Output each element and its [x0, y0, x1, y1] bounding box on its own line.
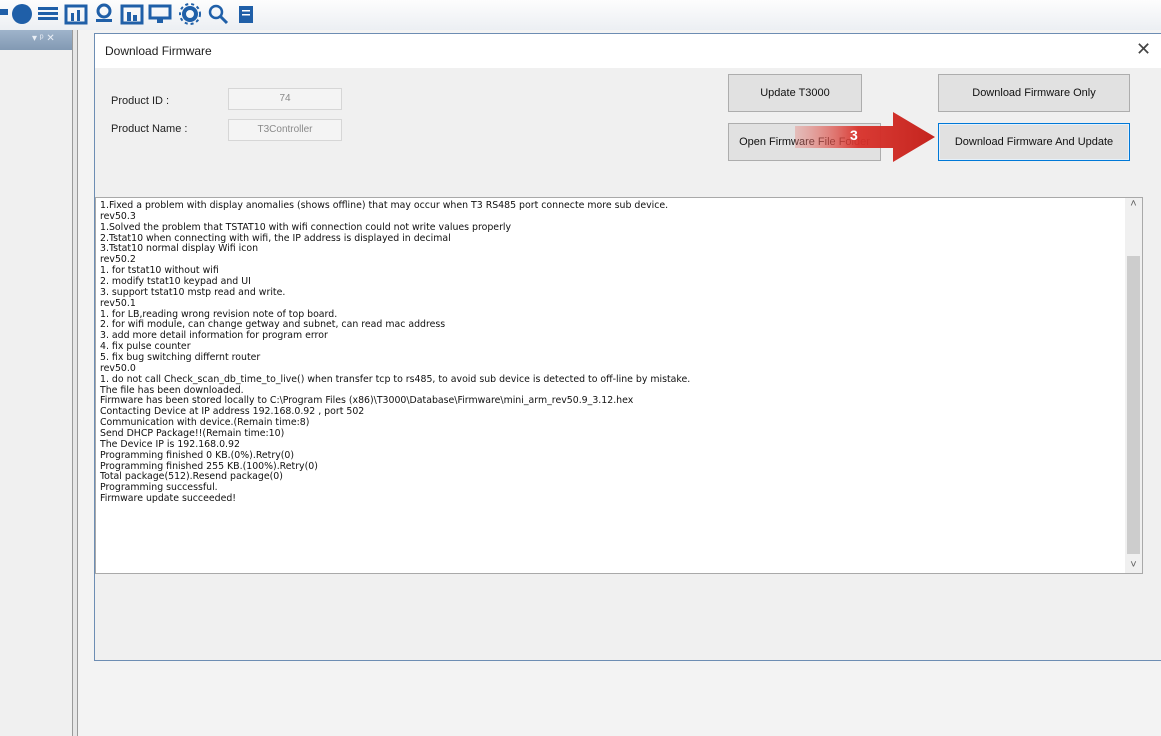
log-line: 1.Solved the problem that TSTAT10 with w…: [100, 221, 512, 233]
product-id-field[interactable]: 74: [228, 88, 342, 110]
log-line: 1. do not call Check_scan_db_time_to_liv…: [100, 373, 691, 385]
scroll-thumb[interactable]: [1127, 256, 1140, 554]
log-line: rev50.2: [100, 254, 136, 266]
log-line: 3. add more detail information for progr…: [100, 330, 328, 342]
arrow-right-icon: [795, 112, 935, 162]
scroll-up-icon[interactable]: ˄: [1125, 198, 1142, 210]
dialog-title: Download Firmware: [105, 44, 212, 58]
log-line: Total package(512).Resend package(0): [100, 471, 283, 483]
log-line: 1. for tstat10 without wifi: [100, 265, 219, 277]
scroll-down-icon[interactable]: ˅: [1125, 559, 1142, 571]
log-line: 1.Fixed a problem with display anomalies…: [100, 200, 669, 211]
left-docked-pane: ▾ ᵖ ✕: [0, 30, 76, 736]
log-line: Programming finished 0 KB.(0%).Retry(0): [100, 449, 295, 461]
log-line: 3.Tstat10 normal display Wifi icon: [100, 243, 259, 255]
step-arrow-annotation: 3: [795, 112, 937, 162]
network-icon[interactable]: [92, 3, 116, 25]
chart-icon[interactable]: [64, 3, 88, 25]
log-line: 3. support tstat10 mstp read and write.: [100, 286, 286, 298]
monitor-icon[interactable]: [148, 3, 172, 25]
log-scrollbar[interactable]: ˄ ˅: [1125, 198, 1142, 573]
log-line: rev50.1: [100, 297, 136, 309]
product-name-field[interactable]: T3Controller: [228, 119, 342, 141]
close-icon[interactable]: ✕: [1136, 39, 1151, 60]
log-line: Firmware update succeeded!: [100, 493, 237, 505]
log-lines: 1.Fixed a problem with display anomalies…: [100, 200, 1120, 505]
log-line: Send DHCP Package!!(Remain time:10): [100, 428, 285, 440]
product-id-label: Product ID :: [111, 95, 170, 107]
update-t3000-button[interactable]: Update T3000: [728, 74, 862, 112]
log-line: 5. fix bug switching differnt router: [100, 352, 261, 364]
list-icon[interactable]: [36, 3, 60, 25]
gear-icon[interactable]: [178, 3, 202, 25]
globe-icon[interactable]: [10, 3, 34, 25]
chart-icon[interactable]: [120, 3, 144, 25]
pane-pin-buttons[interactable]: ▾ ᵖ ✕: [32, 33, 55, 45]
step-number-label: 3: [850, 127, 858, 143]
download-firmware-only-button[interactable]: Download Firmware Only: [938, 74, 1130, 112]
firmware-log-textarea[interactable]: 1.Fixed a problem with display anomalies…: [95, 197, 1143, 574]
download-firmware-and-update-button[interactable]: Download Firmware And Update: [938, 123, 1130, 161]
pane-titlebar: ▾ ᵖ ✕: [0, 30, 76, 50]
dialog-titlebar: Download Firmware ✕: [95, 34, 1161, 68]
product-name-label: Product Name :: [111, 123, 188, 135]
document-icon[interactable]: [234, 3, 258, 25]
download-firmware-dialog: Download Firmware ✕ Product ID : 74 Prod…: [94, 33, 1161, 661]
app-toolbar: [0, 0, 1161, 30]
search-icon[interactable]: [206, 3, 230, 25]
log-line: Programming successful.: [100, 482, 218, 494]
